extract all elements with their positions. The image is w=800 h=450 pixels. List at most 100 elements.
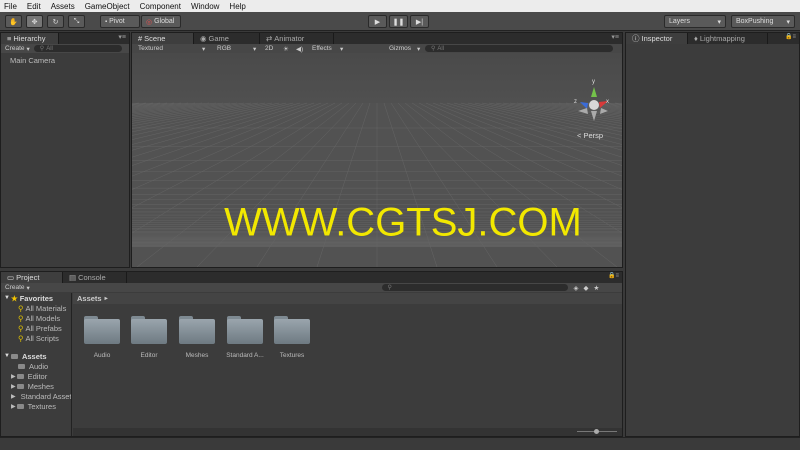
favorite-item[interactable]: ⚲ All Materials bbox=[1, 303, 71, 313]
perspective-label[interactable]: < Persp bbox=[577, 131, 603, 140]
pause-button[interactable]: ❚❚ bbox=[389, 15, 408, 28]
favorite-label: All Models bbox=[25, 313, 61, 323]
folder-tile-textures[interactable] bbox=[274, 316, 310, 344]
tab-console[interactable]: ▤ Console bbox=[63, 272, 127, 283]
orientation-gizmo[interactable]: y x z bbox=[572, 79, 612, 128]
pivot-toggle[interactable]: ▪ Pivot bbox=[100, 15, 140, 28]
tab-console-label: Console bbox=[78, 273, 106, 282]
layers-label: Layers bbox=[669, 18, 691, 25]
effects-dropdown[interactable]: Effects bbox=[312, 45, 340, 52]
favorites-header[interactable]: ▼ ★ Favorites bbox=[1, 293, 71, 303]
asset-tree-label: Editor bbox=[27, 371, 48, 381]
folder-label: Textures bbox=[279, 352, 305, 359]
asset-tree-item[interactable]: ▶ Textures bbox=[1, 401, 71, 411]
favorite-label: All Prefabs bbox=[25, 323, 62, 333]
step-button[interactable]: ▶| bbox=[410, 15, 429, 28]
tab-hierarchy[interactable]: ≡ Hierarchy bbox=[1, 33, 59, 44]
hand-tool-button[interactable]: ✋ bbox=[5, 15, 22, 28]
scene-subbar: Textured ▾ RGB ▾ 2D ☀ ◀) Effects ▾ Gizmo… bbox=[132, 44, 622, 53]
hierarchy-item[interactable]: Main Camera bbox=[10, 55, 55, 65]
scene-search-placeholder: All bbox=[437, 45, 445, 52]
folder-tile-standard-assets[interactable] bbox=[227, 316, 263, 344]
asset-tree-label: Standard Assets bbox=[20, 391, 72, 401]
search-icon: ⚲ bbox=[387, 285, 392, 291]
rotate-tool-button[interactable]: ↻ bbox=[47, 15, 64, 28]
tab-project[interactable]: ▭ Project bbox=[1, 272, 63, 283]
favorite-item[interactable]: ⚲ All Models bbox=[1, 313, 71, 323]
folder-body bbox=[84, 319, 120, 344]
assets-header[interactable]: ▼ Assets bbox=[1, 351, 71, 361]
breadcrumb-item[interactable]: Assets bbox=[77, 294, 102, 303]
zoom-slider-handle[interactable] bbox=[594, 429, 599, 434]
tab-project-label: Project bbox=[16, 273, 40, 282]
game-icon: ◉ bbox=[200, 34, 207, 43]
light-icon[interactable]: ☀ bbox=[283, 45, 296, 53]
hierarchy-subbar: Create ▾ ⚲ All bbox=[1, 44, 129, 53]
persp-text: Persp bbox=[583, 131, 604, 140]
layout-dropdown[interactable]: BoxPushing ▾ bbox=[731, 15, 795, 28]
global-toggle[interactable]: ◎ Global bbox=[141, 15, 181, 28]
hierarchy-list: Main Camera bbox=[10, 55, 55, 65]
filter-type-icon[interactable]: ◈ bbox=[574, 284, 579, 292]
project-create-dropdown[interactable]: Create bbox=[5, 284, 25, 291]
play-icon: ▶ bbox=[374, 18, 381, 26]
scale-icon: ⤡ bbox=[73, 17, 80, 25]
chevron-right-icon: ▶ bbox=[11, 373, 16, 380]
asset-tree-item[interactable]: ▶ Meshes bbox=[1, 381, 71, 391]
gizmos-dropdown[interactable]: Gizmos bbox=[389, 45, 417, 52]
chevron-down-icon: ▾ bbox=[417, 45, 421, 53]
favorite-label: All Materials bbox=[25, 303, 67, 313]
move-tool-button[interactable]: ✥ bbox=[26, 15, 43, 28]
tab-scene[interactable]: # Scene bbox=[132, 33, 194, 44]
hierarchy-search-placeholder: All bbox=[46, 45, 53, 52]
filter-label-icon[interactable]: ◆ bbox=[584, 284, 589, 292]
tab-inspector[interactable]: ⓘ Inspector bbox=[626, 33, 688, 44]
menu-help[interactable]: Help bbox=[229, 2, 245, 11]
layers-dropdown[interactable]: Layers ▾ bbox=[664, 15, 726, 28]
favorite-item[interactable]: ⚲ All Scripts bbox=[1, 333, 71, 343]
star-icon[interactable]: ★ bbox=[594, 284, 600, 292]
asset-tree-item[interactable]: ▶ Standard Assets bbox=[1, 391, 71, 401]
2d-toggle[interactable]: 2D bbox=[265, 45, 283, 52]
play-button[interactable]: ▶ bbox=[368, 15, 387, 28]
pause-icon: ❚❚ bbox=[392, 18, 405, 26]
hierarchy-tabbar: ≡ Hierarchy ▾≡ bbox=[1, 33, 129, 44]
rotate-icon: ↻ bbox=[52, 18, 59, 26]
menu-gameobject[interactable]: GameObject bbox=[85, 2, 130, 11]
breadcrumb: Assets ▸ bbox=[73, 293, 622, 304]
create-dropdown[interactable]: Create bbox=[5, 45, 25, 52]
panel-menu-icon[interactable]: ▾≡ bbox=[611, 33, 622, 44]
menu-assets[interactable]: Assets bbox=[51, 2, 75, 11]
render-mode-dropdown[interactable]: Textured bbox=[138, 45, 202, 52]
scene-viewport[interactable]: y x z < Persp WWW.CGTSJ.COM bbox=[132, 53, 622, 267]
asset-tree-item[interactable]: Audio bbox=[1, 361, 71, 371]
tab-lightmapping[interactable]: ♦ Lightmapping bbox=[688, 33, 768, 44]
step-icon: ▶| bbox=[415, 18, 424, 26]
hierarchy-panel: ≡ Hierarchy ▾≡ Create ▾ ⚲ All Main Camer… bbox=[0, 32, 130, 268]
lock-icon[interactable]: 🔒≡ bbox=[608, 272, 622, 283]
project-search-input[interactable]: ⚲ bbox=[381, 284, 568, 291]
folder-tile-audio[interactable] bbox=[84, 316, 120, 344]
hierarchy-search-input[interactable]: ⚲ All bbox=[33, 45, 122, 52]
color-mode-dropdown[interactable]: RGB bbox=[217, 45, 253, 52]
asset-tree-item[interactable]: ▶ Editor bbox=[1, 371, 71, 381]
tab-animator[interactable]: ⇄ Animator bbox=[260, 33, 334, 44]
menu-window[interactable]: Window bbox=[191, 2, 219, 11]
project-footer bbox=[73, 428, 622, 436]
lock-icon[interactable]: 🔒≡ bbox=[785, 33, 799, 44]
scene-search-input[interactable]: ⚲ All bbox=[425, 45, 613, 52]
audio-icon[interactable]: ◀) bbox=[296, 45, 312, 53]
global-icon: ◎ bbox=[146, 18, 153, 26]
main-toolbar: ✋ ✥ ↻ ⤡ ▪ Pivot ◎ Global ▶ ❚❚ ▶| Layers … bbox=[0, 12, 800, 31]
menu-edit[interactable]: Edit bbox=[27, 2, 41, 11]
menu-file[interactable]: File bbox=[4, 2, 17, 11]
menu-component[interactable]: Component bbox=[140, 2, 181, 11]
inspector-tabbar: ⓘ Inspector ♦ Lightmapping 🔒≡ bbox=[626, 33, 799, 44]
tab-game[interactable]: ◉ Game bbox=[194, 33, 260, 44]
scale-tool-button[interactable]: ⤡ bbox=[68, 15, 85, 28]
folder-tile-meshes[interactable] bbox=[179, 316, 215, 344]
folder-tile-editor[interactable] bbox=[131, 316, 167, 344]
chevron-down-icon: ▼ bbox=[4, 353, 10, 359]
panel-menu-icon[interactable]: ▾≡ bbox=[118, 33, 129, 44]
favorite-item[interactable]: ⚲ All Prefabs bbox=[1, 323, 71, 333]
